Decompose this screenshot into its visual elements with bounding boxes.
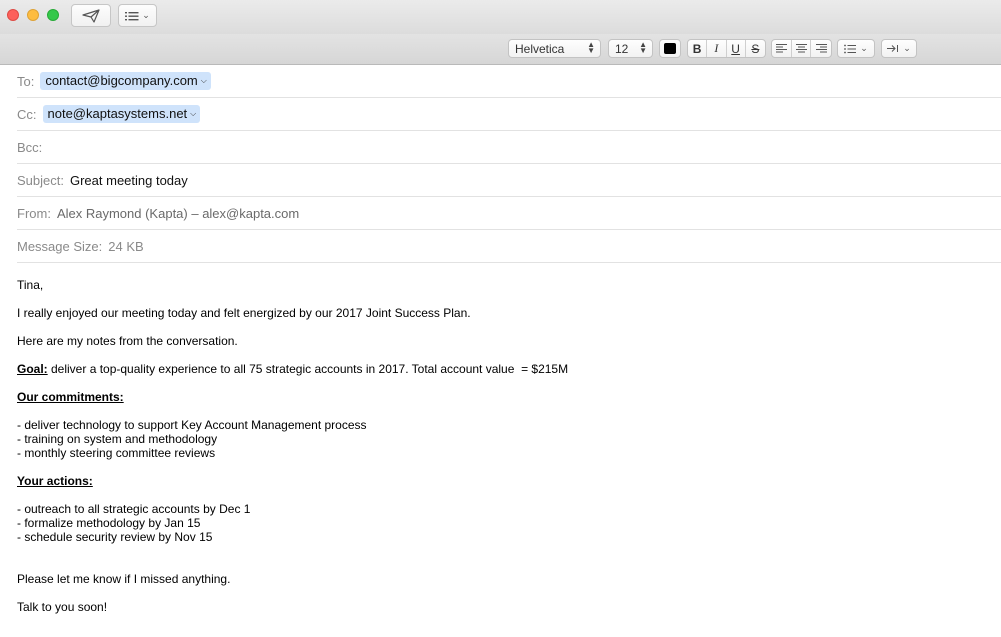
subject-label: Subject:	[17, 172, 64, 188]
subject-field[interactable]: Subject: Great meeting today	[17, 164, 1001, 197]
indent-button[interactable]: ⌄	[881, 39, 917, 58]
chevron-down-icon: ⌄	[903, 43, 911, 53]
from-field[interactable]: From: Alex Raymond (Kapta) – alex@kapta.…	[17, 197, 1001, 230]
goal-text: deliver a top-quality experience to all …	[47, 362, 569, 376]
list-item: - schedule security review by Nov 15	[17, 530, 213, 544]
chevron-down-icon: ⌄	[860, 43, 868, 53]
list-format-button[interactable]: ⌄	[837, 39, 875, 58]
color-swatch	[664, 43, 676, 54]
from-value[interactable]: Alex Raymond (Kapta) – alex@kapta.com	[57, 206, 299, 221]
stepper-arrows-icon: ▲ ▼	[587, 40, 595, 55]
to-label: To:	[17, 73, 35, 89]
subject-value[interactable]: Great meeting today	[70, 173, 188, 188]
zoom-window-button[interactable]	[47, 9, 59, 21]
list-icon	[125, 11, 139, 20]
text-style-group: B I U S	[687, 39, 766, 58]
minimize-window-button[interactable]	[27, 9, 39, 21]
underline-button[interactable]: U	[727, 40, 746, 57]
commitments-heading: Our commitments:	[17, 390, 124, 404]
goal-line: Goal: deliver a top-quality experience t…	[17, 362, 977, 376]
font-family-value: Helvetica	[515, 41, 565, 56]
body-paragraph: Here are my notes from the conversation.	[17, 334, 238, 348]
alignment-group	[771, 39, 832, 58]
font-size-select[interactable]: 12 ▲ ▼	[608, 39, 653, 58]
font-size-value: 12	[615, 41, 629, 56]
title-bar: ⌄	[0, 0, 1001, 34]
goal-label: Goal:	[17, 362, 48, 376]
close-window-button[interactable]	[7, 9, 19, 21]
to-recipient-token[interactable]: contact@bigcompany.com ⌵	[40, 72, 211, 90]
message-body[interactable]: Tina, I really enjoyed our meeting today…	[17, 278, 977, 614]
message-size-field: Message Size: 24 KB	[17, 230, 1001, 263]
strikethrough-button[interactable]: S	[746, 40, 765, 57]
align-center-button[interactable]	[792, 40, 812, 57]
align-right-icon	[815, 44, 827, 53]
cc-recipient-address: note@kaptasystems.net	[47, 106, 188, 121]
chevron-down-icon: ⌄	[142, 10, 150, 20]
align-left-button[interactable]	[772, 40, 792, 57]
indent-icon	[887, 45, 899, 52]
closing-line: Talk to you soon!	[17, 600, 108, 614]
bulleted-list-icon	[844, 44, 857, 53]
align-left-icon	[775, 44, 787, 53]
cc-recipient-token[interactable]: note@kaptasystems.net ⌵	[42, 105, 201, 123]
bcc-field[interactable]: Bcc:	[17, 131, 1001, 164]
send-button[interactable]	[71, 4, 111, 27]
closing-line: Please let me know if I missed anything.	[17, 572, 231, 586]
to-field: To: contact@bigcompany.com ⌵	[17, 65, 1001, 98]
greeting-line: Tina,	[17, 278, 44, 292]
actions-heading: Your actions:	[17, 474, 93, 488]
message-size-value: 24 KB	[108, 238, 144, 254]
italic-button[interactable]: I	[707, 40, 727, 57]
list-item: - formalize methodology by Jan 15	[17, 516, 201, 530]
align-right-button[interactable]	[811, 40, 831, 57]
chevron-down-icon: ⌵	[190, 108, 197, 118]
bcc-label: Bcc:	[17, 139, 43, 155]
list-item: - outreach to all strategic accounts by …	[17, 502, 251, 516]
bold-button[interactable]: B	[688, 40, 708, 57]
message-size-label: Message Size:	[17, 238, 103, 254]
align-center-icon	[795, 44, 807, 53]
from-label: From:	[17, 205, 51, 221]
body-paragraph: I really enjoyed our meeting today and f…	[17, 306, 471, 320]
chevron-down-icon: ⌵	[200, 75, 207, 85]
cc-field: Cc: note@kaptasystems.net ⌵	[17, 98, 1001, 131]
stepper-arrows-icon: ▲ ▼	[639, 40, 647, 55]
header-fields-button[interactable]: ⌄	[118, 4, 157, 27]
paper-plane-icon	[82, 8, 100, 23]
format-bar: Helvetica ▲ ▼ 12 ▲ ▼ B I U S ⌄ ⌄	[0, 34, 1001, 65]
list-item: - training on system and methodology	[17, 432, 218, 446]
list-item: - deliver technology to support Key Acco…	[17, 418, 367, 432]
list-item: - monthly steering committee reviews	[17, 446, 216, 460]
text-color-button[interactable]	[659, 39, 681, 58]
to-recipient-address: contact@bigcompany.com	[45, 73, 198, 88]
font-family-select[interactable]: Helvetica ▲ ▼	[508, 39, 601, 58]
cc-label: Cc:	[17, 106, 37, 122]
